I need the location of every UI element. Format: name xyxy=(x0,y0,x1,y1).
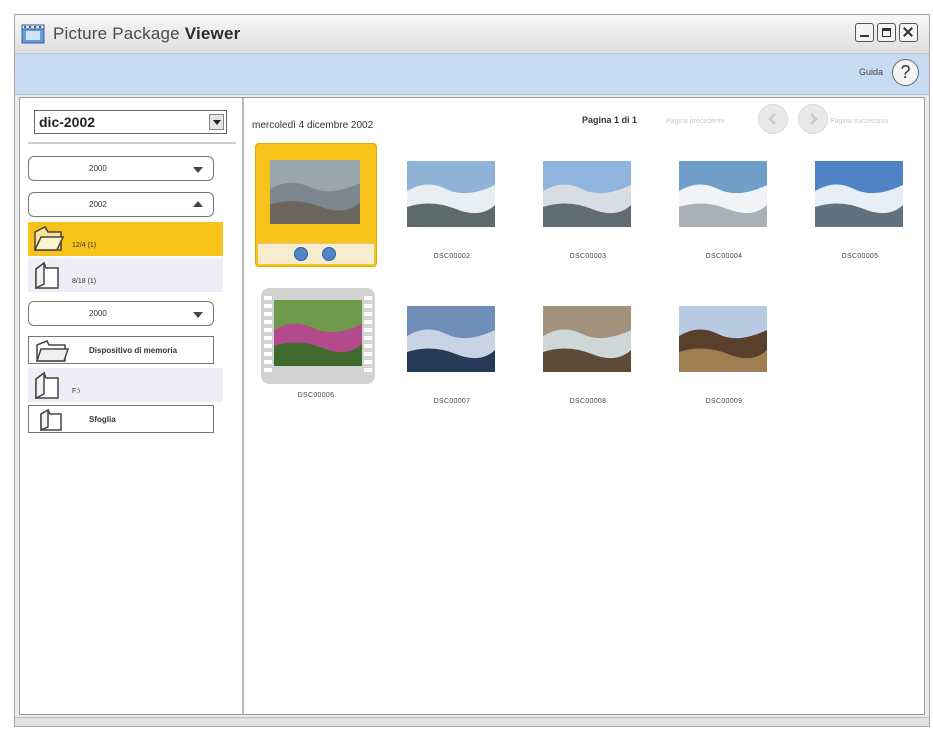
year-label: 2000 xyxy=(89,164,107,173)
close-button[interactable] xyxy=(899,23,918,42)
minimize-button[interactable] xyxy=(855,23,874,42)
thumbnail-caption: DSC00009 xyxy=(705,398,743,405)
copy-icon[interactable] xyxy=(322,247,336,261)
year-label: 2000 xyxy=(89,309,107,318)
next-page-label[interactable]: Pagina successiva xyxy=(830,118,888,125)
thumbnail[interactable]: DSC00002 xyxy=(393,145,511,273)
thumbnail[interactable]: DSC00007 xyxy=(393,290,511,418)
photo-image xyxy=(274,300,362,371)
maximize-button[interactable] xyxy=(877,23,896,42)
thumbnail[interactable]: DSC00009 xyxy=(665,290,783,418)
photo-image[interactable] xyxy=(679,306,767,377)
browse-button[interactable]: Sfoglia xyxy=(28,405,214,433)
drive-item[interactable]: F:\ xyxy=(28,368,223,402)
memory-device-label: Dispositivo di memoria xyxy=(89,346,178,355)
divider xyxy=(28,142,236,144)
content-area: dic-2002 2000 2002 12/4 (1) 8/18 (1) 200… xyxy=(19,97,925,715)
dropdown-arrow-icon[interactable] xyxy=(209,114,224,130)
photo-image[interactable] xyxy=(407,161,495,232)
folder-icon xyxy=(35,340,69,362)
page-indicator: Pagina 1 di 1 xyxy=(582,115,638,125)
app-film-icon xyxy=(21,24,45,44)
arrow-right-icon xyxy=(810,113,818,125)
thumbnail[interactable] xyxy=(255,143,377,273)
selected-thumbnail-frame[interactable] xyxy=(255,143,377,267)
photo-image[interactable] xyxy=(679,161,767,232)
thumbnail-caption: DSC00004 xyxy=(705,253,743,260)
drive-label: F:\ xyxy=(72,388,81,395)
help-button[interactable]: ? xyxy=(892,59,919,86)
title-bar[interactable]: Picture Package Viewer xyxy=(15,15,929,54)
year-button[interactable]: 2002 xyxy=(28,192,214,217)
toolbar: Guida ? xyxy=(15,54,929,95)
folder-icon xyxy=(35,261,59,290)
thumbnail-caption: DSC00002 xyxy=(433,253,471,260)
open-folder-icon xyxy=(33,226,64,251)
movie-thumbnail-frame[interactable] xyxy=(261,288,375,384)
thumbnail[interactable]: DSC00004 xyxy=(665,145,783,273)
rotate-icon[interactable] xyxy=(294,247,308,261)
folder-icon xyxy=(40,408,62,432)
date-label: mercoledì 4 dicembre 2002 xyxy=(252,120,374,131)
thumbnail[interactable]: DSC00006 xyxy=(257,288,375,418)
photo-image[interactable] xyxy=(407,306,495,377)
thumbnail[interactable]: DSC00005 xyxy=(801,145,919,273)
folder-item-selected[interactable]: 12/4 (1) xyxy=(28,222,223,256)
photo-image[interactable] xyxy=(543,306,631,377)
chevron-down-icon xyxy=(193,167,203,173)
folder-label: 12/4 (1) xyxy=(72,242,97,249)
film-holes xyxy=(264,296,272,376)
thumbnail-caption: DSC00008 xyxy=(569,398,607,405)
sidebar: dic-2002 2000 2002 12/4 (1) 8/18 (1) 200… xyxy=(20,98,244,714)
thumbnail-caption: DSC00003 xyxy=(569,253,607,260)
prev-page-label[interactable]: Pagina precedente xyxy=(666,118,725,125)
thumbnail-caption: DSC00005 xyxy=(841,253,879,260)
window-title: Picture Package Viewer xyxy=(53,24,241,43)
thumbnail-caption: DSC00006 xyxy=(297,392,335,399)
folder-icon xyxy=(35,371,59,400)
thumbnail-caption: DSC00007 xyxy=(433,398,471,405)
photo-image[interactable] xyxy=(815,161,903,232)
month-dropdown[interactable]: dic-2002 xyxy=(34,110,227,134)
status-bar xyxy=(15,717,929,726)
arrow-left-icon xyxy=(768,113,776,125)
thumbnail[interactable]: DSC00008 xyxy=(529,290,647,418)
year-button[interactable]: 2000 xyxy=(28,156,214,181)
thumbnail[interactable]: DSC00003 xyxy=(529,145,647,273)
chevron-down-icon xyxy=(193,312,203,318)
year-label: 2002 xyxy=(89,200,107,209)
chevron-up-icon xyxy=(193,201,203,207)
photo-image[interactable] xyxy=(543,161,631,232)
prev-page-button[interactable] xyxy=(758,104,788,134)
folder-item[interactable]: 8/18 (1) xyxy=(28,258,223,292)
month-dropdown-value: dic-2002 xyxy=(39,114,96,130)
thumbnail-action-bar xyxy=(258,243,374,264)
next-page-button[interactable] xyxy=(798,104,828,134)
memory-device-button[interactable]: Dispositivo di memoria xyxy=(28,336,214,364)
year-button[interactable]: 2000 xyxy=(28,301,214,326)
film-holes xyxy=(364,296,372,376)
browse-label: Sfoglia xyxy=(89,415,116,424)
app-window: Picture Package Viewer Guida ? dic-2002 … xyxy=(14,14,930,727)
folder-label: 8/18 (1) xyxy=(72,278,97,285)
photo-image xyxy=(270,160,360,229)
help-label[interactable]: Guida xyxy=(859,67,883,77)
